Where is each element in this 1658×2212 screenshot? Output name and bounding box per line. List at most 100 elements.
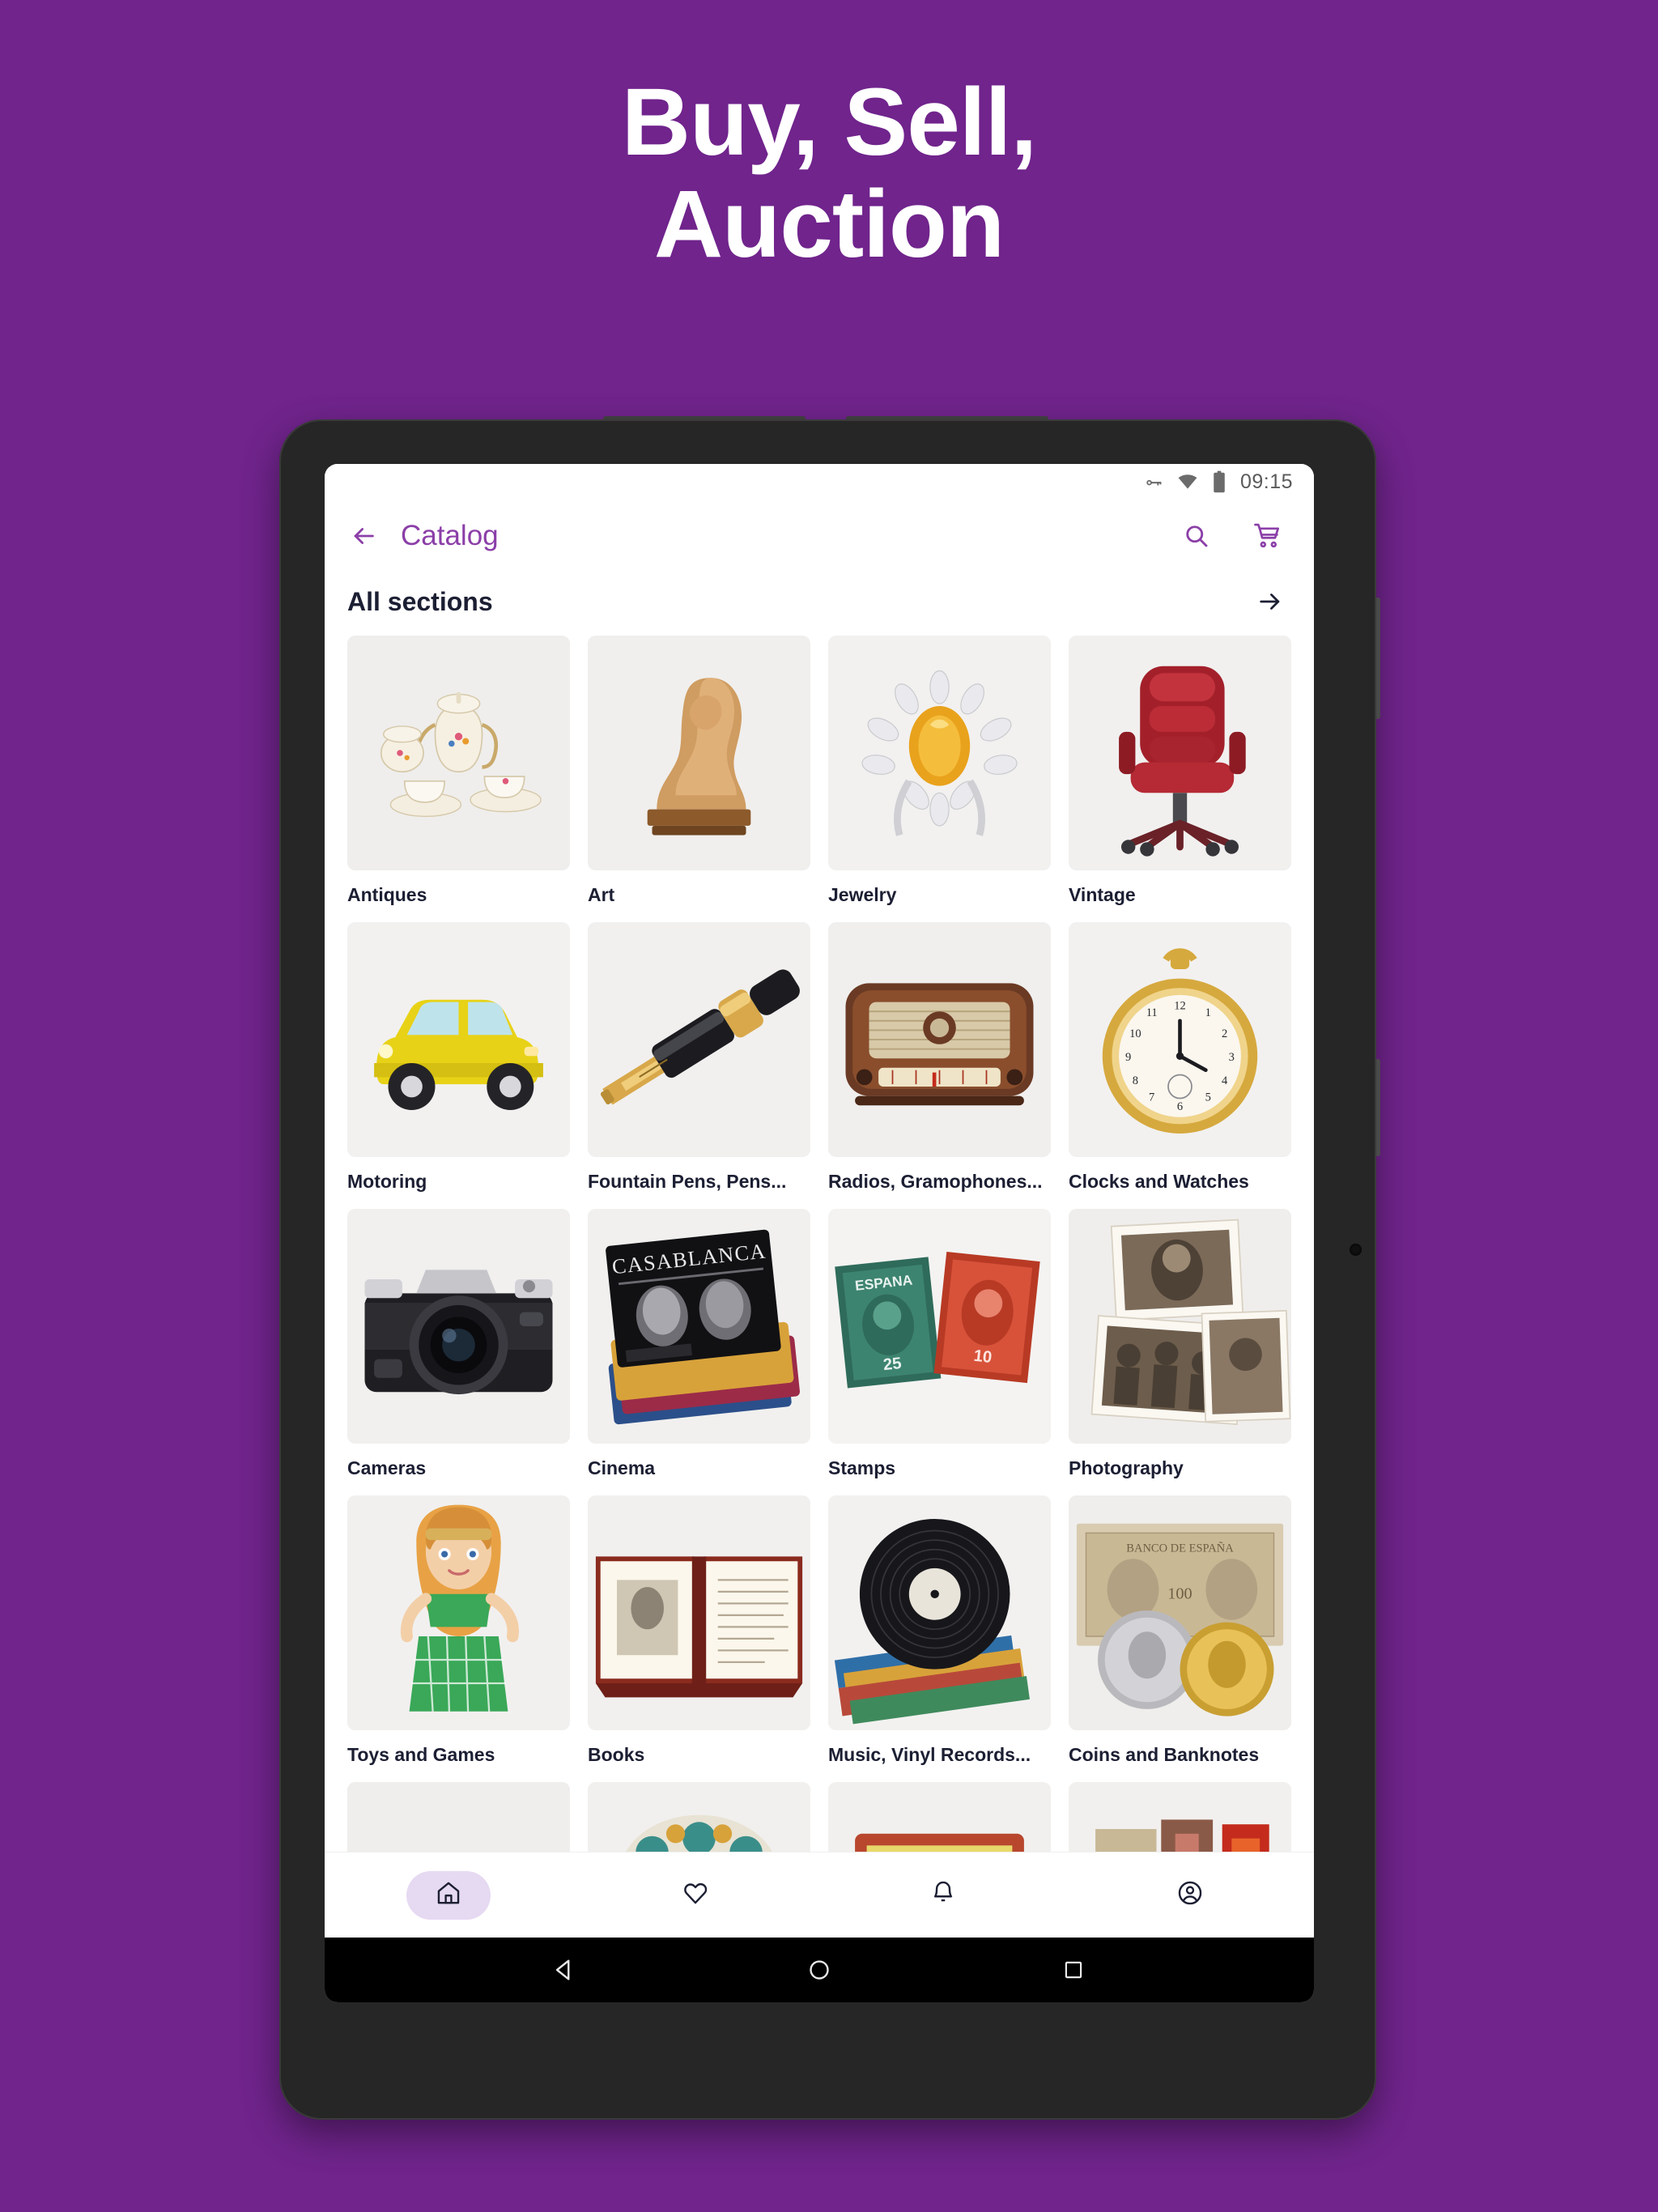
category-label: Jewelry [828,884,897,905]
casablanca-movie-posters-image: CASABLANCA [588,1209,810,1444]
page-title: All sections [347,586,493,616]
status-bar: 09:15 [325,464,1314,500]
category-card[interactable]: CASABLANCA Cinema [588,1209,810,1479]
bell-icon [929,1879,957,1911]
espana-postage-stamps-image: ESPANA 25 10 [828,1209,1051,1444]
front-camera-icon [1350,1244,1362,1256]
citrine-diamond-ring-image [828,636,1051,870]
category-card[interactable]: Jewelry [828,636,1051,906]
svg-text:3: 3 [1229,1051,1235,1064]
svg-text:1: 1 [1205,1006,1211,1019]
category-card[interactable]: Art [588,636,810,906]
category-label: Books [588,1744,645,1765]
carved-wood-bust-image [588,636,810,870]
category-label: Music, Vinyl Records... [828,1744,1031,1765]
sepia-vintage-photographs-image [1069,1209,1291,1444]
vinyl-record-stack-image [828,1495,1051,1730]
vintage-slr-camera-image [347,1209,570,1444]
tablet-screen: 09:15 Catalog All sections Antiques Art … [325,464,1314,2002]
category-card[interactable]: Photography [1069,1209,1291,1479]
category-label: Cameras [347,1457,427,1478]
all-sections-header[interactable]: All sections [325,572,1314,636]
category-card[interactable]: ESPANA 25 10 Stamps [828,1209,1051,1479]
category-label: Photography [1069,1457,1184,1478]
hero-headline: Buy, Sell, Auction [0,71,1658,276]
category-card[interactable]: Motoring [347,922,570,1193]
category-card[interactable]: Radios, Gramophones... [828,922,1051,1193]
category-card-partial[interactable] [347,1782,570,1852]
category-card[interactable]: Fountain Pens, Pens... [588,922,810,1193]
search-icon[interactable] [1180,519,1214,553]
category-label: Motoring [347,1171,427,1192]
category-label: Clocks and Watches [1069,1171,1249,1192]
hero-line-1: Buy, Sell, [621,69,1037,176]
partial-yellow-frame-image [828,1782,1051,1852]
category-card[interactable]: Books [588,1495,810,1766]
category-card[interactable]: Toys and Games [347,1495,570,1766]
svg-text:11: 11 [1146,1006,1158,1019]
svg-text:10: 10 [1129,1027,1141,1040]
account-slot [1148,1871,1232,1920]
category-card-partial[interactable] [828,1782,1051,1852]
svg-text:100: 100 [1167,1585,1192,1603]
account-icon [1176,1879,1204,1911]
svg-text:6: 6 [1177,1100,1183,1113]
svg-text:9: 9 [1125,1051,1131,1064]
nav-item-home[interactable] [325,1870,572,1920]
category-label: Antiques [347,884,427,905]
category-card[interactable]: Music, Vinyl Records... [828,1495,1051,1766]
svg-text:8: 8 [1133,1074,1138,1087]
partial-blank-image [347,1782,570,1852]
nav-item-account[interactable] [1067,1871,1315,1920]
category-label: Coins and Banknotes [1069,1744,1260,1765]
app-bar: Catalog [325,500,1314,572]
android-back-icon[interactable] [546,1951,584,1989]
vintage-wooden-radio-image [828,922,1051,1157]
svg-text:2: 2 [1222,1027,1227,1040]
vintage-fashion-doll-image [347,1495,570,1730]
category-label: Fountain Pens, Pens... [588,1171,787,1192]
category-card[interactable]: Cameras [347,1209,570,1479]
power-button[interactable] [1375,1059,1380,1156]
partial-bookshelf-image [1069,1782,1291,1852]
tablet-top-seam-1 [603,416,806,421]
heart-icon [682,1879,709,1911]
home-active-pill [406,1870,491,1920]
category-label: Toys and Games [347,1744,495,1765]
porcelain-tea-set-image [347,636,570,870]
nav-item-favorites[interactable] [572,1871,820,1920]
category-card-partial[interactable] [1069,1782,1291,1852]
category-grid-scroll[interactable]: Antiques Art Jewelry Vintage Motoring Fo… [325,636,1314,1852]
open-antique-book-image [588,1495,810,1730]
category-card[interactable]: Antiques [347,636,570,906]
home-icon [435,1879,462,1911]
notifications-slot [901,1871,985,1920]
category-card-partial[interactable] [588,1782,810,1852]
category-card[interactable]: 12 1 2 345 678 9 10 11 Clocks and Watche… [1069,922,1291,1193]
volume-button[interactable] [1375,598,1380,719]
android-home-icon[interactable] [801,1951,838,1989]
old-coins-and-banknotes-image: BANCO DE ESPAÑA 100 [1069,1495,1291,1730]
gold-nib-fountain-pen-image [588,922,810,1157]
tablet-device: 09:15 Catalog All sections Antiques Art … [279,416,1380,2120]
yellow-classic-car-image [347,922,570,1157]
category-grid: Antiques Art Jewelry Vintage Motoring Fo… [325,636,1314,1852]
battery-icon [1211,470,1227,493]
nav-item-notifications[interactable] [819,1871,1067,1920]
svg-text:4: 4 [1222,1074,1228,1087]
key-icon [1143,471,1164,492]
shopping-cart-icon[interactable] [1251,519,1285,553]
arrow-right-icon[interactable] [1254,585,1286,618]
status-bar-time: 09:15 [1239,470,1293,493]
category-label: Stamps [828,1457,896,1478]
back-arrow-icon[interactable] [347,520,380,552]
category-card[interactable]: Vintage [1069,636,1291,906]
android-recents-icon[interactable] [1055,1951,1092,1989]
svg-text:5: 5 [1205,1091,1211,1104]
category-card[interactable]: BANCO DE ESPAÑA 100 Coins and Banknotes [1069,1495,1291,1766]
hero-line-2: Auction [653,171,1005,279]
partial-ceramic-plate-image [588,1782,810,1852]
app-bar-title: Catalog [401,520,499,551]
gold-pocket-watch-image: 12 1 2 345 678 9 10 11 [1069,922,1291,1157]
bottom-navigation [325,1852,1314,1938]
